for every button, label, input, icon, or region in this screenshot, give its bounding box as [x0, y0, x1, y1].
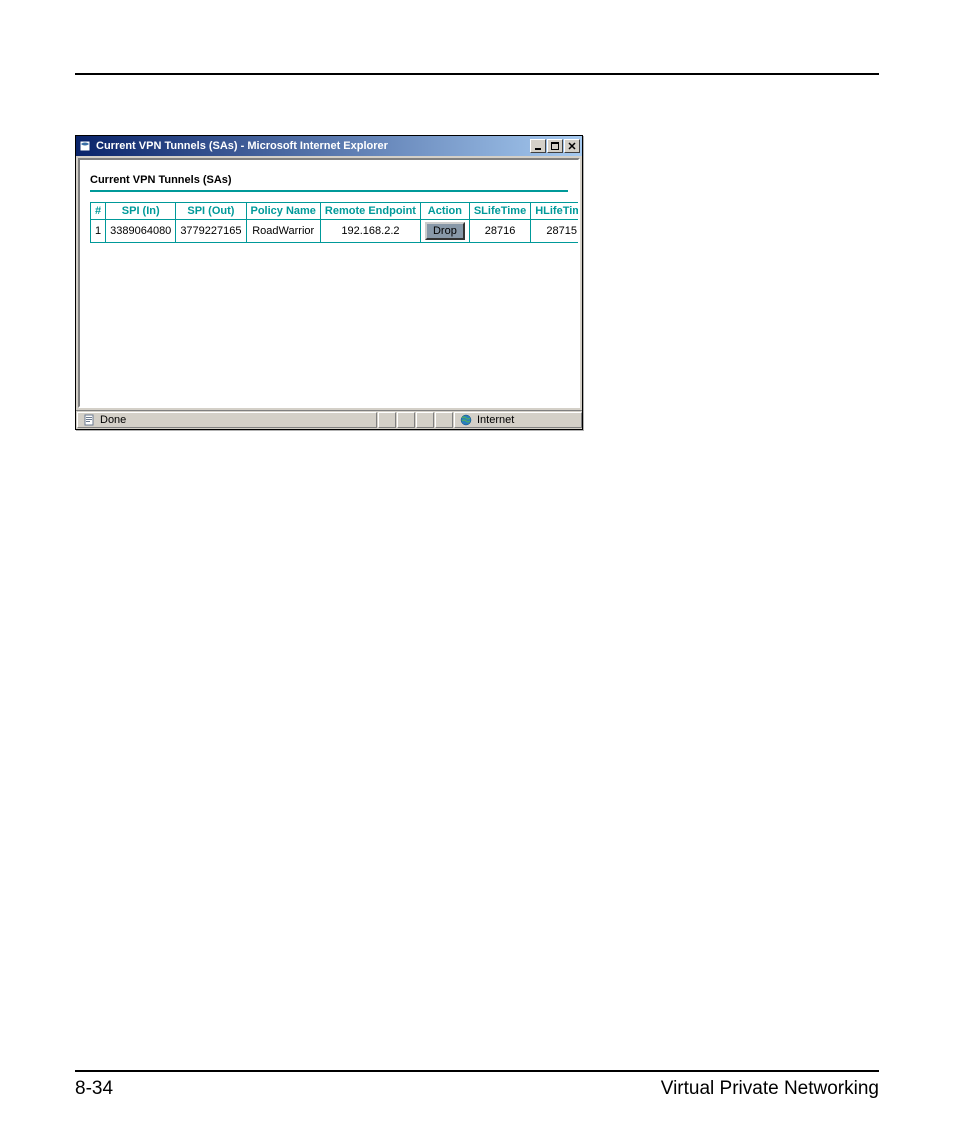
status-pane-spacer3 — [416, 412, 434, 428]
top-horizontal-rule — [75, 73, 879, 75]
window-titlebar[interactable]: Current VPN Tunnels (SAs) - Microsoft In… — [76, 136, 582, 156]
status-text: Done — [100, 414, 126, 426]
status-pane-spacer4 — [435, 412, 453, 428]
heading-rule — [90, 190, 568, 192]
col-spi-in: SPI (In) — [106, 203, 176, 220]
cell-slifetime: 28716 — [469, 220, 530, 243]
window-controls — [529, 139, 580, 153]
cell-hlifetime: 28715 — [531, 220, 580, 243]
col-num: # — [91, 203, 106, 220]
cell-action: Drop — [420, 220, 469, 243]
window-title: Current VPN Tunnels (SAs) - Microsoft In… — [96, 140, 529, 152]
status-bar: Done Internet — [76, 410, 582, 429]
col-spi-out: SPI (Out) — [176, 203, 246, 220]
maximize-button[interactable] — [547, 139, 563, 153]
browser-content: Current VPN Tunnels (SAs) # SPI (In) SPI… — [78, 158, 580, 408]
ie-app-icon — [78, 139, 92, 153]
status-pane-spacer2 — [397, 412, 415, 428]
footer-rule — [75, 1070, 879, 1072]
drop-button[interactable]: Drop — [425, 222, 465, 240]
close-button[interactable] — [564, 139, 580, 153]
status-pane-spacer1 — [378, 412, 396, 428]
footer-row: 8-34 Virtual Private Networking — [75, 1078, 879, 1100]
col-slifetime: SLifeTime — [469, 203, 530, 220]
page-number: 8-34 — [75, 1078, 113, 1100]
cell-spi-in: 3389064080 — [106, 220, 176, 243]
document-icon — [82, 413, 96, 427]
col-action: Action — [420, 203, 469, 220]
page-heading: Current VPN Tunnels (SAs) — [90, 174, 568, 186]
document-page: Current VPN Tunnels (SAs) - Microsoft In… — [0, 0, 954, 1145]
status-pane-main: Done — [77, 412, 377, 428]
table-row: 1 3389064080 3779227165 RoadWarrior 192.… — [91, 220, 581, 243]
col-policy-name: Policy Name — [246, 203, 320, 220]
internet-zone-icon — [459, 413, 473, 427]
table-header-row: # SPI (In) SPI (Out) Policy Name Remote … — [91, 203, 581, 220]
vpn-tunnels-table: # SPI (In) SPI (Out) Policy Name Remote … — [90, 202, 580, 243]
browser-window: Current VPN Tunnels (SAs) - Microsoft In… — [75, 135, 583, 430]
zone-text: Internet — [477, 414, 514, 426]
cell-remote-endpoint: 192.168.2.2 — [320, 220, 420, 243]
cell-num: 1 — [91, 220, 106, 243]
cell-policy-name: RoadWarrior — [246, 220, 320, 243]
col-hlifetime: HLifeTime — [531, 203, 580, 220]
section-title: Virtual Private Networking — [661, 1078, 879, 1100]
col-remote-endpoint: Remote Endpoint — [320, 203, 420, 220]
status-pane-zone: Internet — [454, 412, 582, 428]
minimize-button[interactable] — [530, 139, 546, 153]
page-footer: 8-34 Virtual Private Networking — [75, 1070, 879, 1100]
cell-spi-out: 3779227165 — [176, 220, 246, 243]
